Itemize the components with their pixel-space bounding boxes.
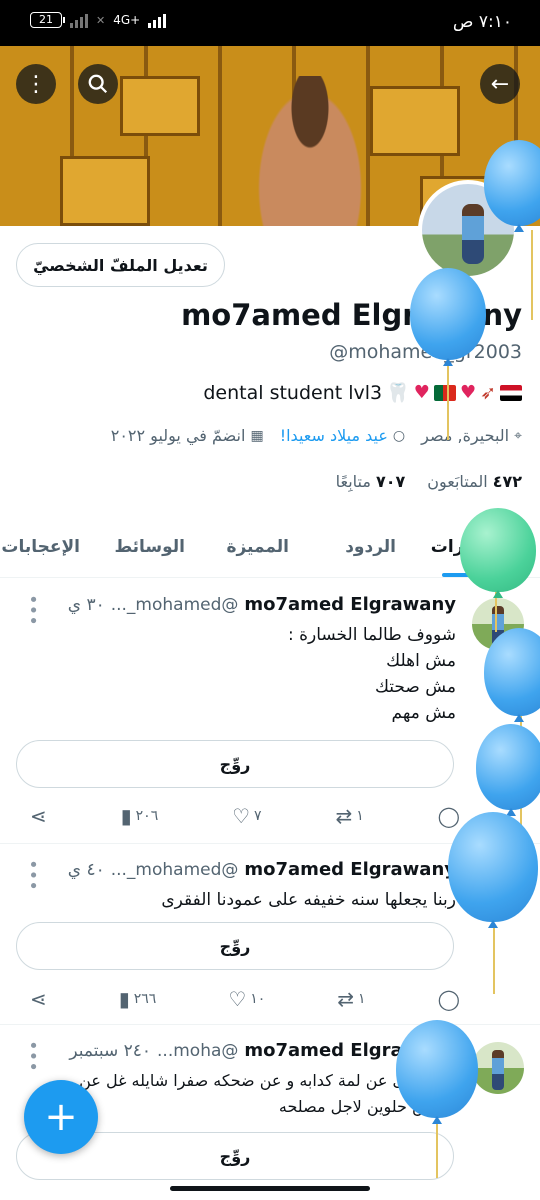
- tweet-author-handle: @mohamed_...: [110, 860, 239, 880]
- retweet-button[interactable]: ⇄ ١: [335, 804, 363, 828]
- share-button[interactable]: ⋖: [30, 804, 47, 828]
- battery-level: 21: [39, 13, 53, 26]
- status-time: ٧:١٠ ص: [452, 12, 512, 32]
- tab-replies[interactable]: الردود: [345, 537, 396, 557]
- follow-stats: ٤٧٢المتابَعون ٧٠٧متابِعًا: [336, 472, 522, 491]
- tweet-actions: ⋖ ▮ ٢٦٦ ♡ ١٠ ⇄ ١ ◯: [30, 987, 460, 1011]
- tweet[interactable]: mo7amed Elgrawany @mohamed_... ٣٠ ي ••• …: [0, 580, 540, 844]
- tweet-time: ٤٠ ي: [67, 860, 105, 880]
- status-indicators: 21 ✕ 4G+: [30, 12, 167, 28]
- retweet-icon: ⇄: [335, 804, 353, 828]
- location-pin-icon: ⌖: [514, 427, 522, 444]
- share-icon: ⋖: [30, 804, 47, 828]
- views-button[interactable]: ▮ ٢٠٦: [121, 804, 159, 828]
- tweet-more-icon[interactable]: •••: [22, 1040, 43, 1072]
- join-date: ▦ انضمّ في يوليو ٢٠٢٢: [110, 426, 264, 445]
- views-icon: ▮: [120, 804, 132, 828]
- tweet-more-icon[interactable]: •••: [22, 859, 43, 891]
- profile-bio: dental student lvl3 🦷 ♥ ♥ ➶: [203, 381, 522, 404]
- tab-likes[interactable]: الإعجابات: [1, 537, 80, 557]
- share-button[interactable]: ⋖: [30, 987, 47, 1011]
- followers-link[interactable]: ٧٠٧متابِعًا: [336, 472, 406, 491]
- signal-icon: [70, 12, 88, 28]
- arrow-left-icon: ←: [490, 71, 510, 97]
- tweet-text: شووف طالما الخسارة : مش اهلك مش صحتك مش …: [287, 625, 456, 723]
- tweet-author-name: mo7amed Elgrawany: [244, 594, 456, 615]
- back-button[interactable]: ←: [480, 64, 520, 104]
- status-bar: 21 ✕ 4G+ ٧:١٠ ص: [0, 0, 540, 46]
- heart-outline-icon: ♡: [232, 804, 251, 828]
- following-link[interactable]: ٤٧٢المتابَعون: [427, 472, 522, 491]
- no-signal-icon: ✕: [96, 13, 106, 27]
- tweet-avatar[interactable]: [472, 1042, 524, 1094]
- reply-icon: ◯: [437, 804, 460, 828]
- retweet-button[interactable]: ⇄ ١: [337, 987, 365, 1011]
- tweet-author-handle: @mohamed_...: [110, 595, 239, 615]
- retweet-icon: ⇄: [337, 987, 355, 1011]
- bow-arrow-icon: ➶: [480, 381, 496, 404]
- views-button[interactable]: ▮ ٢٦٦: [119, 987, 157, 1011]
- birthday[interactable]: ○ عيد ميلاد سعيدا!: [280, 426, 405, 445]
- search-button[interactable]: [78, 64, 118, 104]
- tooth-emoji-icon: 🦷: [386, 382, 410, 404]
- tab-media[interactable]: الوسائط: [114, 537, 185, 557]
- egypt-flag-icon: [500, 384, 522, 401]
- tweet-time: ٣٠ ي: [67, 595, 105, 615]
- home-indicator: [170, 1186, 370, 1191]
- signal-strength-icon: [148, 12, 167, 28]
- calendar-icon: ▦: [250, 427, 264, 444]
- tweet-author-name: mo7amed Elgrawany: [244, 859, 456, 880]
- like-button[interactable]: ♡ ٧: [232, 804, 261, 828]
- portugal-flag-icon: [433, 384, 456, 401]
- reply-icon: ◯: [437, 987, 460, 1011]
- bio-text: dental student lvl3: [203, 381, 383, 404]
- like-button[interactable]: ♡ ١٠: [228, 987, 265, 1011]
- heart-outline-icon: ♡: [228, 987, 247, 1011]
- share-icon: ⋖: [30, 987, 47, 1011]
- location: ⌖ البحيرة, مصر: [421, 426, 522, 445]
- profile-tabs: المنشورات الردود المميزة الوسائط الإعجاب…: [0, 520, 540, 578]
- heart-icon: ♥: [459, 382, 477, 403]
- tab-highlights[interactable]: المميزة: [226, 537, 289, 557]
- tweet-header: mo7amed Elgrawany @mohamed_... ٣٠ ي: [68, 594, 456, 615]
- reply-button[interactable]: ◯: [438, 804, 460, 828]
- edit-profile-button[interactable]: تعديل الملفّ الشخصيّ: [16, 243, 225, 287]
- balloon-icon: ○: [392, 427, 406, 444]
- heart-icon: ♥: [413, 382, 430, 403]
- tweet-actions: ⋖ ▮ ٢٠٦ ♡ ٧ ⇄ ١ ◯: [30, 804, 460, 828]
- tweet-text: ربنا يجعلها سنه خفيفه على عمودنا الفقرى: [161, 890, 456, 910]
- plus-icon: +: [44, 1094, 78, 1140]
- tweet-header: mo7amed Elgrawany @mohamed_... ٤٠ ي: [68, 859, 456, 880]
- search-icon: [88, 74, 108, 94]
- tweet-time: ٢٤٠ سبتمبر: [69, 1041, 152, 1061]
- reply-button[interactable]: ◯: [438, 987, 460, 1011]
- compose-button[interactable]: +: [24, 1080, 98, 1154]
- promote-button[interactable]: روِّج: [16, 740, 454, 788]
- views-icon: ▮: [118, 987, 130, 1011]
- more-vertical-icon: ⋮: [25, 71, 47, 97]
- profile-meta: ⌖ البحيرة, مصر ○ عيد ميلاد سعيدا! ▦ انضمّ ف…: [111, 426, 522, 445]
- tweet-more-icon[interactable]: •••: [22, 594, 43, 626]
- more-options-button[interactable]: ⋮: [16, 64, 56, 104]
- network-type: 4G+: [113, 13, 141, 27]
- tweet-author-handle: @moha...: [157, 1041, 239, 1061]
- promote-button[interactable]: روِّج: [16, 922, 454, 970]
- battery-icon: 21: [30, 12, 65, 28]
